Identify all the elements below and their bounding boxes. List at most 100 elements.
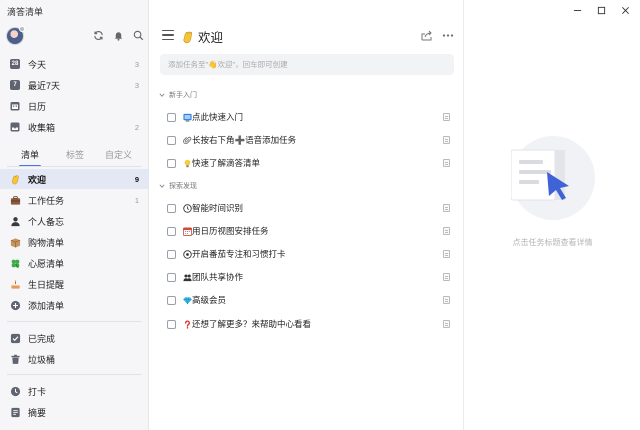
add-list-button[interactable]: 添加清单 [0, 295, 149, 315]
task-row[interactable]: 团队共享协作 [160, 266, 456, 288]
sidebar-item-personal-memo[interactable]: 个人备忘 [0, 211, 149, 231]
chevron-down-icon [159, 93, 165, 97]
sidebar-item-work-tasks[interactable]: 工作任务 1 [0, 190, 149, 210]
task-checkbox[interactable] [167, 135, 176, 145]
divider [7, 321, 142, 322]
task-row[interactable]: 还想了解更多？来帮助中心看看 [160, 313, 456, 335]
close-icon [621, 6, 629, 14]
task-checkbox[interactable] [167, 272, 176, 282]
note-icon [443, 250, 450, 258]
share-icon[interactable] [421, 30, 433, 43]
task-row[interactable]: 点此快速入门 [160, 106, 456, 128]
task-row[interactable]: 长按右下角➕语音添加任务 [160, 129, 456, 151]
task-checkbox[interactable] [167, 319, 176, 329]
task-row[interactable]: 开启番茄专注和习惯打卡 [160, 243, 456, 265]
tab-lists[interactable]: 清单 [21, 148, 39, 161]
sidebar-item-checkin[interactable]: 打卡 [0, 381, 149, 401]
calendar-icon [9, 100, 21, 112]
task-title: 点此快速入门 [192, 112, 244, 122]
task-title: 开启番茄专注和习惯打卡 [192, 249, 286, 259]
task-title: 智能时间识别 [192, 203, 244, 213]
maximize-icon [597, 6, 605, 14]
sidebar-item-calendar[interactable]: 日历 [0, 96, 149, 116]
tab-tags[interactable]: 标签 [66, 148, 84, 161]
sidebar-top-icons [92, 29, 144, 41]
task-checkbox[interactable] [167, 249, 176, 259]
list-tabs: 清单 标签 自定义 [0, 148, 149, 167]
calendar-week-icon: 7 [9, 79, 21, 91]
sidebar-item-trash[interactable]: 垃圾桶 [0, 349, 149, 369]
inbox-icon [9, 121, 21, 133]
bell-icon[interactable] [112, 29, 124, 41]
note-icon [443, 273, 450, 281]
sidebar: 滴答清单 28 今天 3 7 最近7天 3 日历 收集箱 2 清单 标签 自定义… [0, 0, 149, 430]
question-icon [182, 319, 192, 329]
menu-icon[interactable] [162, 30, 174, 40]
sidebar-item-summary[interactable]: 摘要 [0, 402, 149, 422]
sidebar-item-birthday[interactable]: 生日提醒 [0, 274, 149, 294]
task-row[interactable]: 用日历视图安排任务 [160, 220, 456, 242]
divider [7, 374, 142, 375]
note-icon [443, 159, 450, 167]
lightbulb-icon [182, 158, 192, 168]
note-icon [443, 320, 450, 328]
check-square-icon [9, 332, 21, 344]
sidebar-item-today[interactable]: 28 今天 3 [0, 54, 149, 74]
task-title: 还想了解更多？来帮助中心看看 [192, 319, 312, 329]
minimize-button[interactable] [570, 4, 584, 16]
section-header[interactable]: 新手入门 [159, 90, 197, 100]
task-checkbox[interactable] [167, 158, 176, 168]
shopping-box-icon [9, 236, 21, 248]
page-title: 欢迎 [181, 27, 223, 46]
calendar-icon [182, 226, 192, 236]
sync-icon[interactable] [92, 29, 104, 41]
section-header[interactable]: 探索发现 [159, 181, 197, 191]
task-row[interactable]: 智能时间识别 [160, 197, 456, 219]
task-row[interactable]: 高级会员 [160, 289, 456, 311]
sidebar-item-welcome[interactable]: 欢迎 9 [0, 169, 149, 189]
sidebar-item-wishlist[interactable]: 心愿清单 [0, 253, 149, 273]
team-icon [182, 272, 192, 282]
header-actions [421, 30, 454, 43]
task-row[interactable]: 快速了解滴答清单 [160, 152, 456, 174]
add-task-input[interactable] [160, 54, 454, 75]
summary-icon [9, 406, 21, 418]
sidebar-item-inbox[interactable]: 收集箱 2 [0, 117, 149, 137]
task-checkbox[interactable] [167, 226, 176, 236]
app-title: 滴答清单 [7, 7, 44, 17]
note-icon [443, 136, 450, 144]
task-title: 长按右下角➕语音添加任务 [192, 135, 297, 145]
tv-icon [182, 112, 192, 122]
task-title: 用日历视图安排任务 [192, 226, 269, 236]
calendar-day-icon: 28 [10, 59, 20, 69]
divider [7, 166, 142, 167]
tab-custom[interactable]: 自定义 [105, 148, 132, 161]
chevron-down-icon [159, 184, 165, 188]
clover-icon [9, 257, 21, 269]
empty-hint: 点击任务标题查看详情 [512, 238, 593, 247]
sidebar-item-shopping[interactable]: 购物清单 [0, 232, 149, 252]
note-icon [443, 227, 450, 235]
search-icon[interactable] [132, 29, 144, 41]
cake-icon [9, 278, 21, 290]
waving-hand-icon [183, 31, 193, 43]
close-button[interactable] [618, 4, 632, 16]
task-title: 高级会员 [192, 295, 227, 305]
trash-icon [9, 353, 21, 365]
sidebar-item-completed[interactable]: 已完成 [0, 328, 149, 348]
sidebar-item-next7days[interactable]: 7 最近7天 3 [0, 75, 149, 95]
task-checkbox[interactable] [167, 295, 176, 305]
maximize-button[interactable] [594, 4, 608, 16]
task-checkbox[interactable] [167, 203, 176, 213]
task-title: 快速了解滴答清单 [192, 158, 261, 168]
more-icon[interactable] [442, 30, 454, 43]
clock-icon [9, 385, 21, 397]
task-list-panel: 欢迎 新手入门 点此快速入门 长按右下角➕语音添加任务 快速 [150, 0, 463, 430]
note-icon [443, 113, 450, 121]
note-icon [443, 204, 450, 212]
task-title: 团队共享协作 [192, 272, 244, 282]
task-checkbox[interactable] [167, 112, 176, 122]
list-title-text: 欢迎 [198, 31, 224, 45]
note-icon [443, 296, 450, 304]
plus-circle-icon [9, 299, 21, 311]
